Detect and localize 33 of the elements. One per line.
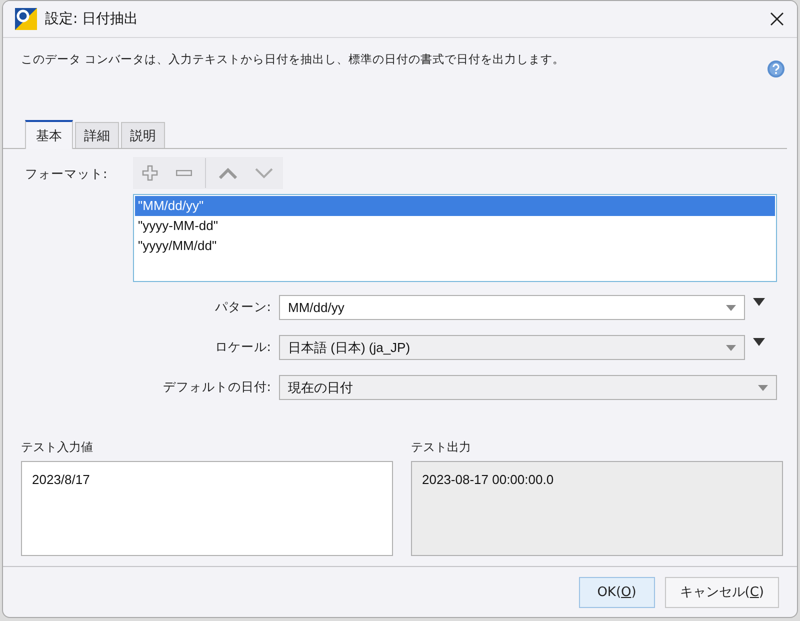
help-icon[interactable] — [767, 60, 785, 78]
description-text: このデータ コンバータは、入力テキストから日付を抽出し、標準の日付の書式で日付を出力します。 — [21, 51, 566, 68]
menu-button[interactable] — [753, 338, 765, 346]
window-title: 設定: 日付抽出 — [45, 10, 140, 28]
add-icon[interactable] — [142, 165, 158, 181]
tab[interactable]: 基本 — [25, 120, 73, 149]
caret-icon — [726, 344, 736, 350]
menu-button[interactable] — [753, 298, 765, 306]
list-item[interactable]: "MM/dd/yy" — [135, 196, 775, 216]
move-up-icon[interactable] — [219, 168, 237, 178]
close-icon — [770, 12, 784, 26]
field-label: テスト入力値 — [21, 439, 94, 456]
output-field: 2023-08-17 00:00:00.0 — [411, 461, 783, 556]
tab[interactable]: 詳細 — [75, 122, 119, 148]
field-label: ロケール: — [214, 339, 271, 356]
combo-box[interactable]: MM/dd/yy — [279, 295, 745, 320]
field-label: デフォルトの日付: — [162, 379, 271, 396]
input-field[interactable]: 2023/8/17 — [21, 461, 393, 556]
dialog-button[interactable]: OK(O) — [578, 576, 655, 608]
dropdown[interactable]: 日本語 (日本) (ja_JP) — [279, 335, 745, 360]
caret-icon — [758, 384, 768, 390]
remove-icon[interactable] — [176, 170, 192, 176]
dialog-button[interactable]: キャンセル(C) — [664, 576, 779, 608]
move-down-icon[interactable] — [255, 168, 273, 178]
tab[interactable]: 説明 — [121, 122, 165, 148]
caret-icon — [726, 304, 736, 310]
list-item[interactable]: "yyyy/MM/dd" — [135, 236, 775, 256]
list-item[interactable]: "yyyy-MM-dd" — [135, 216, 775, 236]
field-label: テスト出力 — [411, 439, 472, 456]
field-label: フォーマット: — [25, 165, 108, 183]
field-label: パターン: — [214, 299, 271, 316]
app-logo-icon — [15, 8, 37, 30]
dropdown[interactable]: 現在の日付 — [279, 375, 777, 400]
